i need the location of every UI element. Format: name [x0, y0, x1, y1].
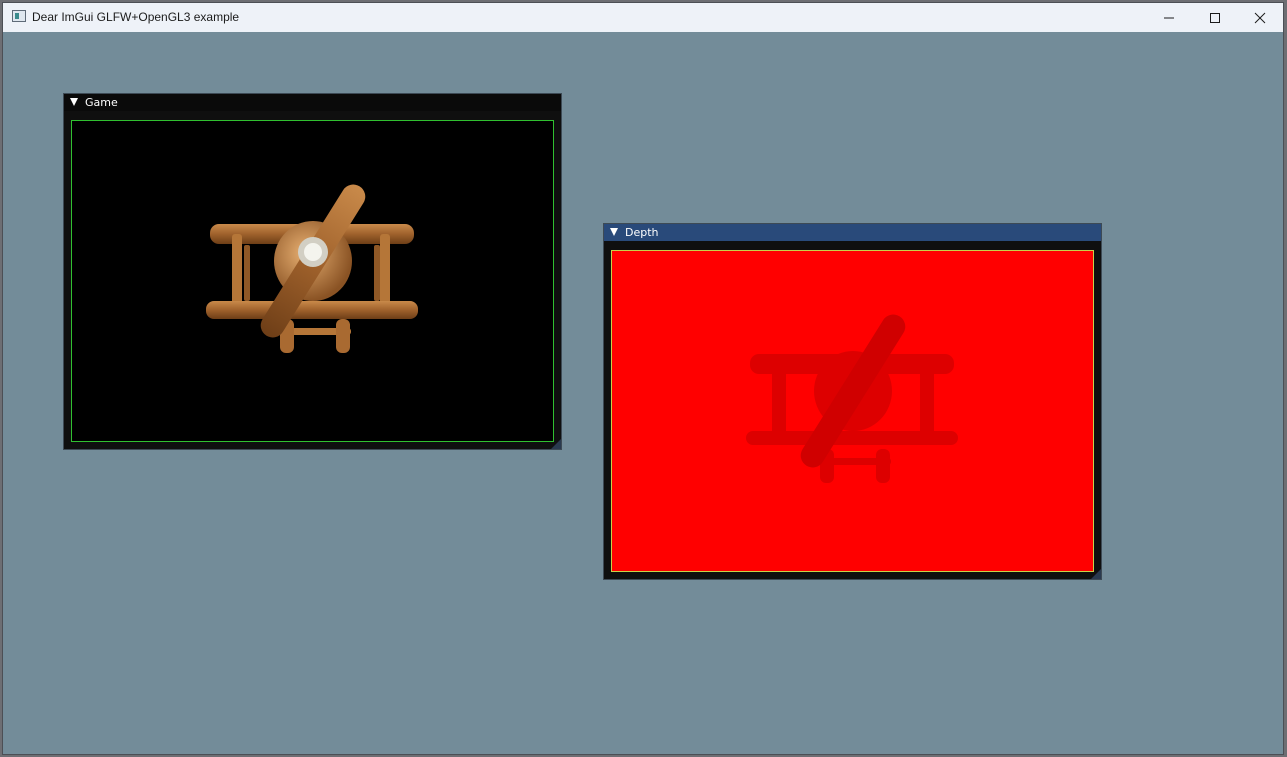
biplane-depth-image — [746, 314, 958, 483]
os-titlebar[interactable]: Dear ImGui GLFW+OpenGL3 example — [3, 3, 1283, 32]
game-panel[interactable]: Game — [64, 94, 561, 449]
window-title: Dear ImGui GLFW+OpenGL3 example — [32, 10, 240, 24]
collapse-arrow-icon[interactable] — [610, 228, 618, 236]
depth-panel-title: Depth — [625, 226, 659, 239]
collapse-arrow-icon[interactable] — [70, 98, 78, 106]
depth-panel-titlebar[interactable]: Depth — [604, 224, 1101, 241]
minimize-button[interactable] — [1146, 3, 1192, 32]
app-icon — [12, 10, 26, 22]
game-panel-title: Game — [85, 96, 118, 109]
minimize-icon — [1164, 17, 1174, 19]
maximize-button[interactable] — [1192, 3, 1238, 32]
depth-viewport[interactable] — [611, 250, 1094, 572]
app-window: Dear ImGui GLFW+OpenGL3 example Game Dep… — [3, 3, 1283, 754]
maximize-icon — [1210, 13, 1220, 23]
close-icon — [1254, 12, 1266, 24]
game-panel-titlebar[interactable]: Game — [64, 94, 561, 111]
close-button[interactable] — [1237, 3, 1283, 32]
biplane-render-image — [206, 184, 418, 353]
resize-grip-icon[interactable] — [551, 439, 561, 449]
depth-panel[interactable]: Depth — [604, 224, 1101, 579]
game-viewport[interactable] — [71, 120, 554, 442]
resize-grip-icon[interactable] — [1091, 569, 1101, 579]
